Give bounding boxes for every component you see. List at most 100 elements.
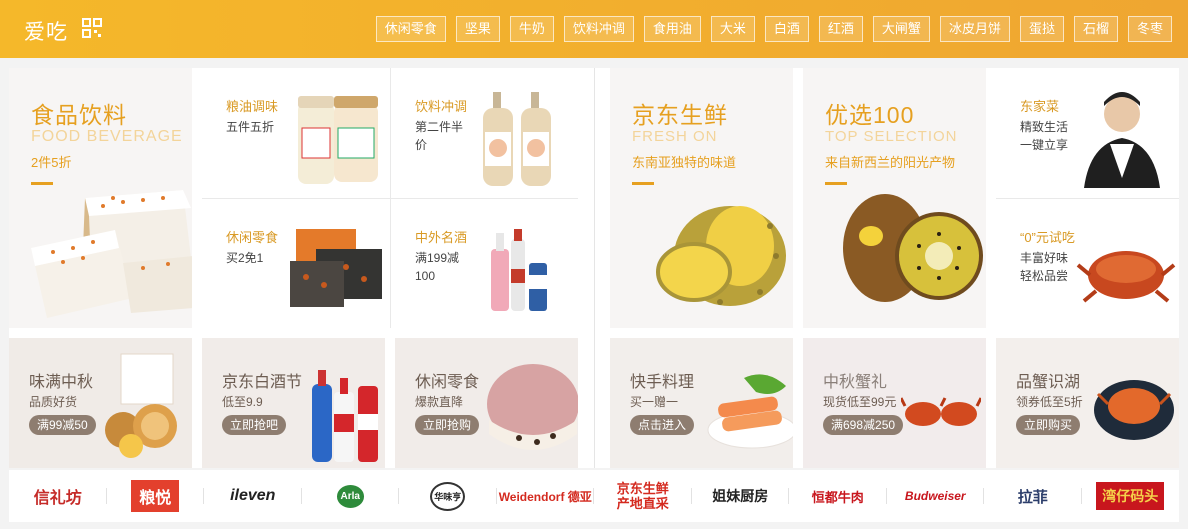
strip-sub: 低至9.9	[222, 395, 263, 409]
strip-mid-autumn[interactable]: 味满中秋 品质好货 满99减50	[9, 338, 192, 468]
brand-logo-row: 信礼坊 粮悦 ileven Arla 华味亨 Weidendorf 德亚 京东生…	[9, 470, 1179, 522]
food-beverage-card[interactable]: 食品饮料 FOOD BEVERAGE 2件5折	[9, 68, 192, 328]
card-subtitle: FRESH ON	[632, 128, 718, 145]
item-title: 饮料冲调	[415, 99, 468, 114]
crab-gift-image	[901, 388, 981, 438]
tag-rice[interactable]: 大米	[710, 16, 755, 42]
chef-dish-card[interactable]: 东家菜 精致生活 一键立享	[996, 68, 1179, 198]
card-title: 优选100	[825, 102, 915, 128]
item-title: 粮油调味	[226, 99, 279, 114]
salmon-image	[704, 368, 793, 454]
strip-title: 快手料理	[630, 374, 695, 391]
grain-oil-card[interactable]: 粮油调味 五件五折	[202, 68, 390, 198]
crab-image	[1076, 235, 1176, 307]
accent-bar	[632, 182, 654, 185]
promo-pill[interactable]: 满99减50	[29, 415, 96, 435]
brand-logo[interactable]: 粮悦	[107, 476, 205, 516]
item-title: 中外名酒	[415, 230, 468, 245]
brand-logo[interactable]: 信礼坊	[9, 476, 107, 516]
tag-baijiu[interactable]: 白酒	[764, 16, 809, 42]
promo-pill[interactable]: 立即抢吧	[222, 415, 287, 435]
category-tags: 休闲零食 坚果 牛奶 饮料冲调 食用油 大米 白酒 红酒 大闸蟹 冰皮月饼 蛋挞…	[375, 16, 1172, 42]
tag-milk[interactable]: 牛奶	[509, 16, 554, 42]
qr-code-icon[interactable]	[82, 18, 102, 38]
liquor-bottles-image	[483, 229, 555, 315]
snack-packs-image	[286, 221, 386, 313]
drinks-card[interactable]: 饮料冲调 第二件半价	[391, 68, 578, 198]
chef-image	[1080, 88, 1164, 188]
strip-title: 京东白酒节	[222, 374, 303, 391]
center-divider	[594, 68, 595, 468]
tag-jujube[interactable]: 冬枣	[1127, 16, 1172, 42]
promo-pill[interactable]: 立即抢购	[415, 415, 480, 435]
strip-title: 品蟹识湖	[1016, 374, 1081, 391]
card-subtitle: FOOD BEVERAGE	[31, 128, 183, 145]
top-selection-card[interactable]: 优选100 TOP SELECTION 来自新西兰的阳光产物	[803, 68, 986, 328]
jd-fresh-card[interactable]: 京东生鲜 FRESH ON 东南亚独特的味道	[610, 68, 793, 328]
promo-pill[interactable]: 点击进入	[630, 415, 695, 435]
item-desc: 第二件半价	[415, 120, 464, 152]
card-subtitle: TOP SELECTION	[825, 128, 958, 145]
strip-title: 休闲零食	[415, 374, 480, 391]
strip-mid-autumn-crab[interactable]: 中秋蟹礼 现货低至99元 满698减250	[803, 338, 986, 468]
card-title: 京东生鲜	[632, 102, 728, 128]
brand-logo[interactable]: Budweiser	[887, 476, 985, 516]
accent-bar	[825, 182, 847, 185]
logo[interactable]: 爱吃	[24, 16, 68, 46]
tag-wine[interactable]: 红酒	[818, 16, 863, 42]
strip-sub: 爆款直降	[415, 395, 464, 409]
item-title: “0”元试吃	[1020, 230, 1075, 245]
free-trial-card[interactable]: “0”元试吃 丰富好味 轻松品尝	[996, 199, 1179, 328]
strip-sub: 领券低至5折	[1016, 395, 1083, 409]
item-desc: 丰富好味 轻松品尝	[1020, 251, 1069, 283]
tag-pomegranate[interactable]: 石榴	[1073, 16, 1118, 42]
brand-logo[interactable]: 华味亨	[399, 476, 497, 516]
item-title: 东家菜	[1020, 99, 1060, 114]
promo-pill[interactable]: 满698减250	[823, 415, 904, 435]
strip-snacks[interactable]: 休闲零食 爆款直降 立即抢购	[395, 338, 578, 468]
brand-logo[interactable]: 拉菲	[984, 476, 1082, 516]
brand-logo[interactable]: Weidendorf 德亚	[497, 476, 595, 516]
mooncake-image	[105, 350, 191, 460]
strip-quick-cooking[interactable]: 快手料理 买一赠一 点击进入	[610, 338, 793, 468]
liquor-card[interactable]: 中外名酒 满199减100	[391, 199, 578, 328]
brand-logo[interactable]: Arla	[302, 476, 400, 516]
promo-pill[interactable]: 立即购买	[1016, 415, 1081, 435]
item-title: 休闲零食	[226, 230, 279, 245]
brand-logo[interactable]: 京东生鲜 产地直采	[594, 476, 692, 516]
item-desc: 买2免1	[226, 251, 264, 265]
item-desc: 五件五折	[226, 120, 275, 134]
top-header: 爱吃 休闲零食 坚果 牛奶 饮料冲调 食用油 大米 白酒 红酒 大闸蟹 冰皮月饼…	[0, 0, 1188, 58]
brand-logo[interactable]: 姐妹厨房	[692, 476, 790, 516]
tag-mooncake[interactable]: 冰皮月饼	[939, 16, 1010, 42]
drink-bottles-image	[479, 88, 563, 190]
tag-egg-tart[interactable]: 蛋挞	[1019, 16, 1064, 42]
baijiu-bottles-image	[306, 364, 382, 464]
tag-drinks[interactable]: 饮料冲调	[563, 16, 634, 42]
item-desc: 满199减100	[415, 251, 460, 283]
card-title: 食品饮料	[31, 102, 127, 128]
brand-logo[interactable]: ileven	[204, 476, 302, 516]
snacks-card[interactable]: 休闲零食 买2免1	[202, 199, 390, 328]
card-desc: 东南亚独特的味道	[632, 155, 737, 170]
card-desc: 来自新西兰的阳光产物	[825, 155, 956, 170]
strip-title: 中秋蟹礼	[823, 374, 888, 391]
strip-sub: 现货低至99元	[823, 395, 897, 409]
kiwi-image	[837, 188, 986, 308]
condiment-jars-image	[294, 92, 384, 188]
strip-sub: 品质好货	[29, 395, 78, 409]
tag-crab[interactable]: 大闸蟹	[872, 16, 930, 42]
strip-sub: 买一赠一	[630, 395, 679, 409]
durian-image	[650, 186, 790, 316]
brand-logo[interactable]: 恒都牛肉	[789, 476, 887, 516]
mochi-image	[479, 354, 578, 464]
strip-baijiu[interactable]: 京东白酒节 低至9.9 立即抢吧	[202, 338, 385, 468]
brand-logo[interactable]: 湾仔码头	[1082, 476, 1180, 516]
crab-plate-image	[1092, 364, 1176, 444]
tag-oil[interactable]: 食用油	[643, 16, 701, 42]
tag-nuts[interactable]: 坚果	[455, 16, 500, 42]
tag-snacks[interactable]: 休闲零食	[375, 16, 446, 42]
item-desc: 精致生活 一键立享	[1020, 120, 1069, 152]
strip-crab-lake[interactable]: 品蟹识湖 领券低至5折 立即购买	[996, 338, 1179, 468]
strip-title: 味满中秋	[29, 374, 94, 391]
